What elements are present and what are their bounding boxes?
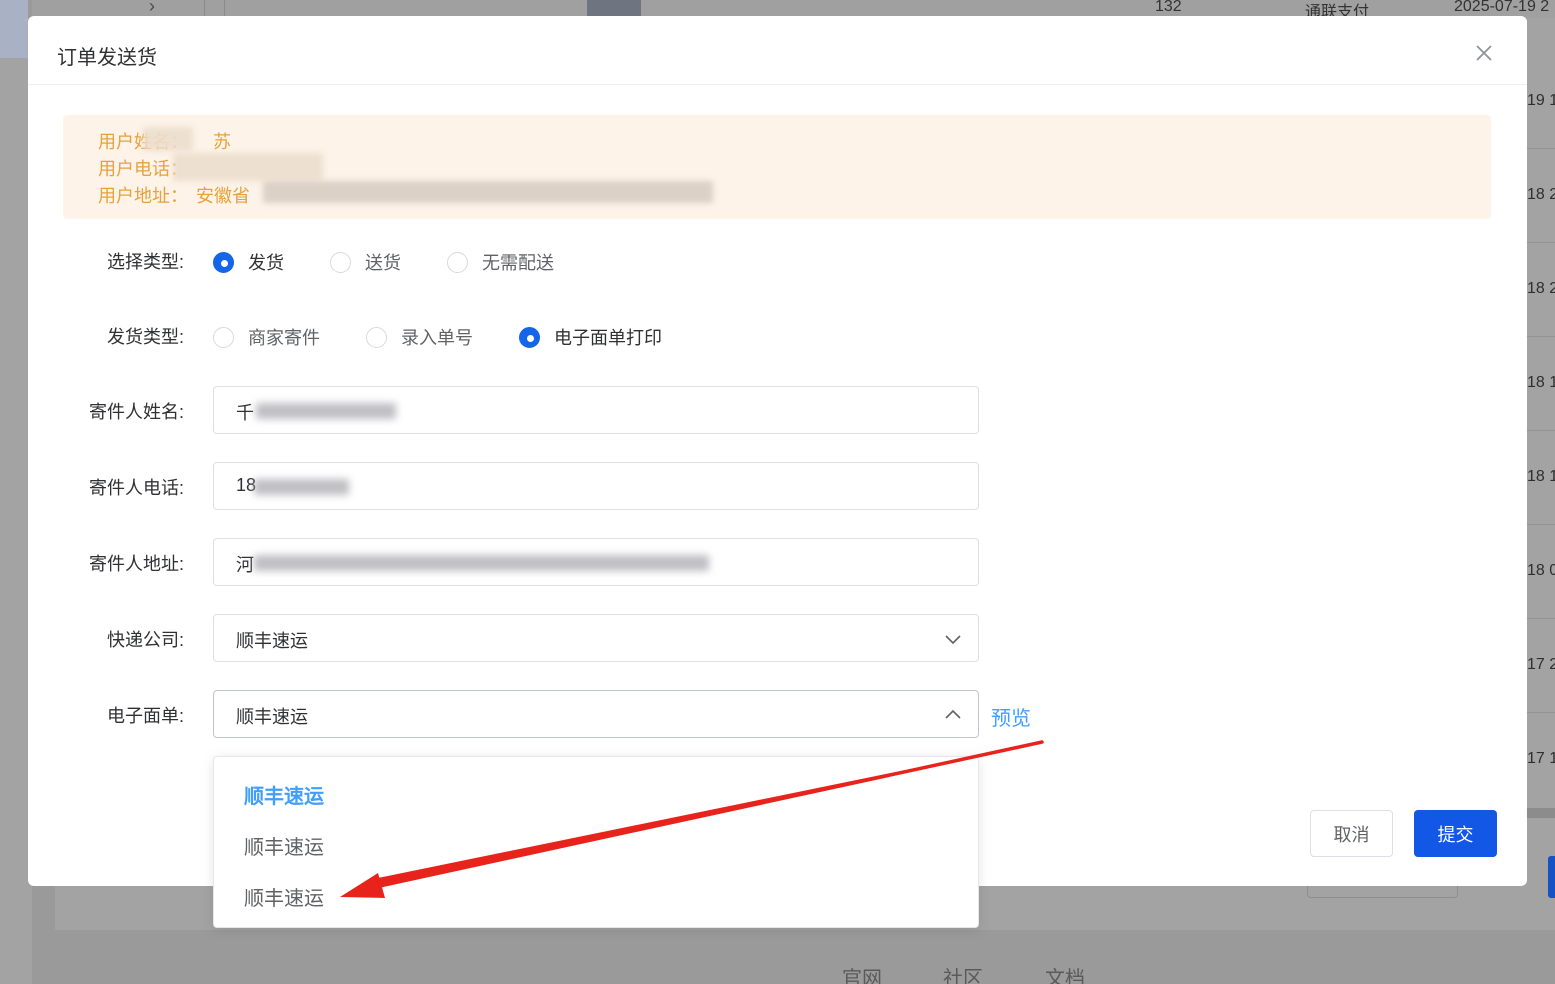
dialog-title: 订单发送货 <box>57 47 157 69</box>
right-cell: 19 1 <box>1527 92 1555 109</box>
radio-enter-tracking[interactable]: 录入单号 <box>366 324 473 350</box>
footer-link-website[interactable]: 官网 <box>842 962 882 984</box>
sender-name-label: 寄件人姓名: <box>88 402 184 422</box>
radio-label: 商家寄件 <box>248 328 320 348</box>
redaction-blur <box>173 153 323 181</box>
redaction-blur <box>254 555 709 571</box>
select-value: 顺丰速运 <box>236 707 308 727</box>
user-address-value: 安徽省 <box>196 186 250 206</box>
radio-no-delivery[interactable]: 无需配送 <box>447 249 554 275</box>
waybill-dropdown: 顺丰速运 顺丰速运 顺丰速运 <box>213 756 979 928</box>
divider <box>204 0 205 16</box>
right-cell: 18 1 <box>1527 374 1555 391</box>
close-icon[interactable] <box>1474 43 1494 63</box>
radio-checked-icon <box>213 251 234 273</box>
divider <box>1527 430 1555 431</box>
select-type-label: 选择类型: <box>106 252 184 272</box>
input-value: 河 <box>236 555 254 575</box>
right-cell: 18 0 <box>1527 562 1555 579</box>
row-amount: 132 <box>1155 0 1182 15</box>
radio-label: 电子面单打印 <box>554 328 662 348</box>
footer-link-docs[interactable]: 文档 <box>1045 962 1085 984</box>
right-cell: 17 2 <box>1527 656 1555 673</box>
select-value: 顺丰速运 <box>236 631 308 651</box>
radio-unchecked-icon <box>213 326 234 348</box>
divider <box>1527 242 1555 243</box>
divider <box>1527 148 1555 149</box>
sender-address-input[interactable]: 河 <box>213 538 979 586</box>
sender-name-input[interactable]: 千 <box>213 386 979 434</box>
radio-label: 无需配送 <box>482 253 554 273</box>
waybill-label: 电子面单: <box>106 706 184 726</box>
dropdown-option[interactable]: 顺丰速运 <box>244 780 324 809</box>
divider <box>1527 336 1555 337</box>
cancel-button[interactable]: 取消 <box>1310 810 1393 857</box>
user-info-alert: 用户姓名： 苏 用户电话： 用户地址： 安徽省 <box>63 115 1491 219</box>
chevron-down-icon <box>945 635 961 645</box>
dropdown-option[interactable]: 顺丰速运 <box>244 831 324 860</box>
side-tab[interactable] <box>1548 856 1555 898</box>
divider <box>224 0 225 16</box>
sender-phone-label: 寄件人电话: <box>88 478 184 498</box>
right-cell: 18 2 <box>1527 186 1555 203</box>
radio-merchant-send[interactable]: 商家寄件 <box>213 324 320 350</box>
footer-link-community[interactable]: 社区 <box>943 962 983 984</box>
row-date: 2025-07-19 2 <box>1454 0 1550 15</box>
courier-label: 快递公司: <box>106 630 184 650</box>
radio-label: 送货 <box>365 253 401 273</box>
divider <box>1527 524 1555 525</box>
divider <box>1527 712 1555 713</box>
radio-ship[interactable]: 发货 <box>213 249 284 275</box>
user-name-value: 苏 <box>213 132 231 152</box>
divider <box>1527 618 1555 619</box>
radio-unchecked-icon <box>330 251 351 273</box>
waybill-select[interactable]: 顺丰速运 <box>213 690 979 738</box>
sidebar-accent <box>0 0 28 58</box>
sender-address-label: 寄件人地址: <box>88 554 184 574</box>
dialog-header: 订单发送货 <box>28 16 1527 85</box>
delivery-type-label: 发货类型: <box>106 327 184 347</box>
chevron-right-icon: › <box>149 0 155 16</box>
courier-select[interactable]: 顺丰速运 <box>213 614 979 662</box>
input-value: 千 <box>236 403 254 423</box>
submit-button[interactable]: 提交 <box>1414 810 1497 857</box>
right-cell: 18 2 <box>1527 280 1555 297</box>
radio-unchecked-icon <box>366 326 387 348</box>
redaction-blur <box>263 181 713 203</box>
dropdown-option[interactable]: 顺丰速运 <box>244 882 324 911</box>
redaction-blur <box>256 403 396 419</box>
sender-phone-input[interactable]: 18 <box>213 462 979 510</box>
radio-unchecked-icon <box>447 251 468 273</box>
user-address-label: 用户地址： <box>98 186 188 206</box>
right-cell: 17 1 <box>1527 750 1555 767</box>
radio-e-waybill-print[interactable]: 电子面单打印 <box>519 324 662 350</box>
horizontal-scrollbar[interactable] <box>1527 808 1555 818</box>
redaction-blur <box>254 479 349 495</box>
chevron-up-icon <box>945 709 961 719</box>
radio-checked-icon <box>519 326 540 348</box>
radio-deliver[interactable]: 送货 <box>330 249 401 275</box>
preview-link[interactable]: 预览 <box>991 702 1031 731</box>
redaction-blur <box>143 127 193 151</box>
radio-label: 录入单号 <box>401 328 473 348</box>
radio-label: 发货 <box>248 253 284 273</box>
product-thumbnail <box>587 0 641 16</box>
right-cell: 18 1 <box>1527 468 1555 485</box>
